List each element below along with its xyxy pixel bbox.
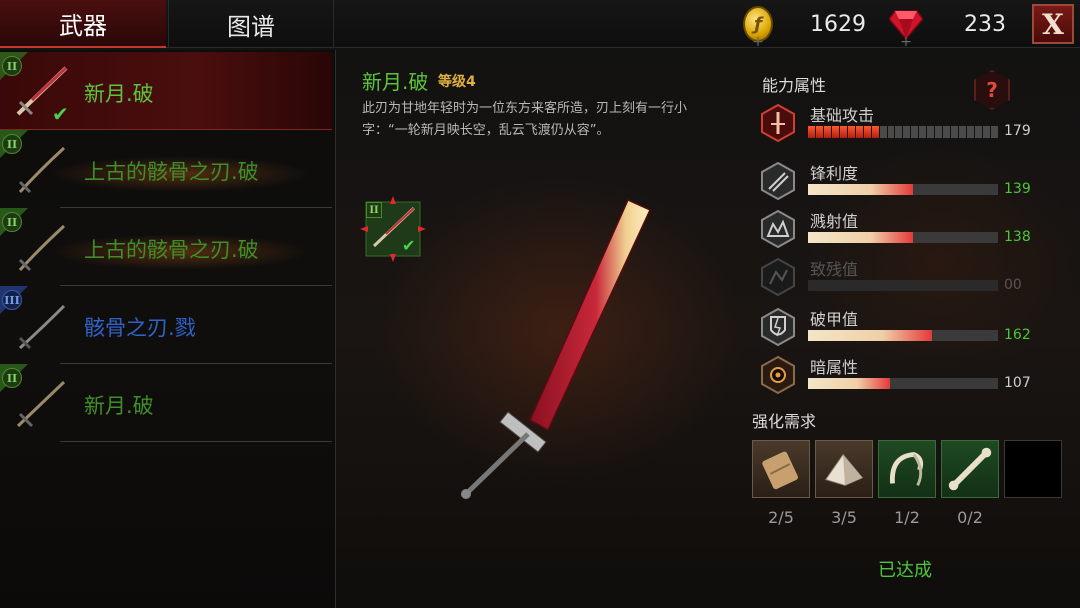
stat-bar [808,184,998,195]
gem-currency: + [886,0,926,50]
sharpness-icon [761,162,795,200]
gold-amount: 1629 [810,12,866,37]
stat-splash: 溅射值 138 [760,208,1070,252]
question-icon: ? [986,78,998,102]
material-count: 1/2 [894,508,920,527]
ore-material-icon[interactable] [815,440,873,498]
list-item[interactable]: II 上古的骸骨之刃.破 [0,130,332,208]
tab-weapons[interactable]: 武器 [0,0,166,48]
stat-label: 破甲值 [810,310,859,329]
weapon-slot[interactable]: II ✔ [360,196,426,262]
bone-material-icon[interactable] [941,440,999,498]
attack-icon [761,104,795,142]
bone-blade-icon [18,304,66,350]
stat-label: 锋利度 [810,164,859,183]
stat-dark: 暗属性 107 [760,354,1070,398]
tab-codex[interactable]: 图谱 [168,0,334,48]
stat-label: 致残值 [810,260,859,279]
equipped-check-icon: ✔ [52,102,69,126]
attributes-title: 能力属性 [762,76,827,95]
plus-icon: + [752,34,764,50]
stat-base-attack: 基础攻击 179 [760,102,1070,146]
stat-sharpness: 锋利度 139 [760,160,1070,204]
stat-value: 107 [1004,375,1031,391]
weapon-level: 等级4 [438,74,476,90]
stat-label: 基础攻击 [810,106,875,125]
gold-coin-icon[interactable]: ƒ + [738,0,778,50]
plus-icon: + [900,34,912,50]
stat-bar [808,232,998,243]
crescent-sword-icon [461,199,651,499]
bone-blade-icon [18,146,66,194]
upgrade-status: 已达成 [878,560,932,581]
list-item[interactable]: II ✔ 新月.破 [0,52,332,130]
crescent-sword-icon [16,380,66,428]
list-item[interactable]: III 骸骨之刃.戮 [0,286,332,364]
stat-label: 溅射值 [810,212,859,231]
material-count: 3/5 [831,508,857,527]
stat-armor-break: 破甲值 162 [760,306,1070,350]
weapon-detail: 新月.破 等级4 此刃为甘地年轻时为一位东方来客所造，刃上刻有一行小字：“一轮新… [338,50,738,608]
stat-value: 138 [1004,229,1031,245]
upgrade-title: 强化需求 [752,412,817,431]
wood-material-icon[interactable] [752,440,810,498]
top-bar: 武器 图谱 ƒ + 1629 + 233 X [0,0,1080,50]
weapon-name: 上古的骸骨之刃.破 [84,160,259,184]
attribute-panel: 能力属性 ? 基础攻击 179 锋利度 139 溅射值 138 致残值 00 破… [744,50,1080,608]
stat-value: 139 [1004,181,1031,197]
stat-value: 00 [1004,277,1022,293]
dark-element-icon [761,356,795,394]
weapon-name: 上古的骸骨之刃.破 [84,238,259,262]
equipped-check-icon: ✔ [402,236,416,255]
bone-blade-icon [18,224,66,272]
rank-badge: II [366,202,382,218]
weapon-name: 新月.破 [84,394,154,418]
close-button[interactable]: X [1032,4,1074,44]
gem-amount: 233 [964,12,1006,37]
material-count: 0/2 [957,508,983,527]
material-count: 2/5 [768,508,794,527]
list-item[interactable]: II 上古的骸骨之刃.破 [0,208,332,286]
stat-bar [808,126,998,138]
stat-bar [808,280,998,291]
list-item[interactable]: II 新月.破 [0,364,332,442]
weapon-name: 骸骨之刃.戮 [84,316,196,340]
armor-break-icon [761,308,795,346]
splash-icon [761,210,795,248]
weapon-title: 新月.破 [362,70,429,94]
claw-material-icon[interactable] [878,440,936,498]
maim-icon [761,258,795,296]
stat-bar [808,378,998,389]
weapon-name: 新月.破 [84,82,154,106]
stat-label: 暗属性 [810,358,859,377]
weapon-list: II ✔ 新月.破 II 上古的骸骨之刃.破 II 上古的骸骨之刃.破 III … [0,50,336,608]
empty-material-slot[interactable] [1004,440,1062,498]
weapon-description: 此刃为甘地年轻时为一位东方来客所造，刃上刻有一行小字：“一轮新月映长空，乱云飞渡… [362,101,688,138]
stat-bar [808,330,998,341]
stat-value: 179 [1004,123,1031,139]
ruby-gem-icon[interactable]: + [886,0,926,50]
gold-currency: ƒ + [738,0,778,50]
stat-value: 162 [1004,327,1031,343]
stat-maim: 致残值 00 [760,256,1070,300]
